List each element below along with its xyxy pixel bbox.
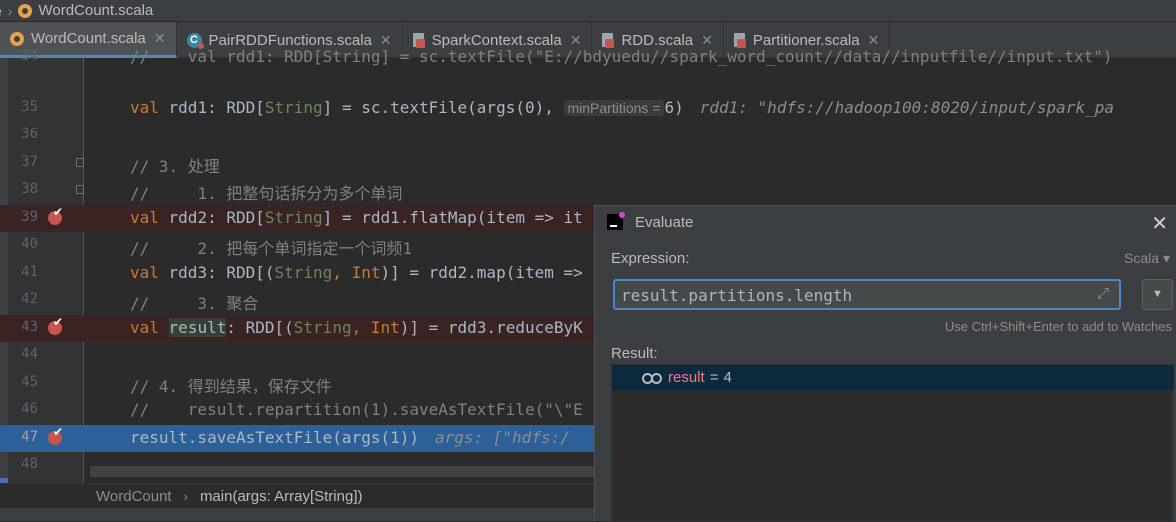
expand-icon[interactable]: ⤢ xyxy=(1097,285,1109,302)
parameter-hint: minPartitions = xyxy=(563,100,665,116)
nav-crumb-file[interactable]: WordCount.scala xyxy=(38,2,153,19)
code-line[interactable]: 34 // val rdd1: RDD[String] = sc.textFil… xyxy=(0,44,1176,71)
code-text: // 3. 聚合 xyxy=(130,294,259,313)
watches-hint: Use Ctrl+Shift+Enter to add to Watches xyxy=(944,319,1172,334)
watch-glasses-icon xyxy=(642,372,662,384)
nav-separator: › xyxy=(7,2,13,19)
code-text: result.saveAsTextFile(args(1)) args: ["hd… xyxy=(130,428,570,447)
line-number: 45 xyxy=(21,374,38,390)
line-number: 44 xyxy=(21,346,38,362)
breadcrumb-method[interactable]: main(args: Array[String]) xyxy=(200,488,363,505)
code-text: val rdd2: RDD[String] = rdd1.flatMap(ite… xyxy=(130,208,583,227)
expression-label: Expression: xyxy=(611,250,690,267)
breakpoint-icon[interactable] xyxy=(48,315,63,335)
breakpoint-icon[interactable] xyxy=(48,425,63,445)
code-text: // 1. 把整句话拆分为多个单词 xyxy=(130,184,403,203)
code-text: // val rdd1: RDD[String] = sc.textFile("… xyxy=(130,47,1113,66)
line-number: 46 xyxy=(21,401,38,417)
result-row[interactable]: result = 4 xyxy=(612,365,1174,390)
result-tree[interactable]: result = 4 xyxy=(611,364,1174,522)
horizontal-scrollbar[interactable] xyxy=(90,466,595,477)
intellij-logo-icon xyxy=(607,212,625,230)
line-number: 35 xyxy=(21,99,38,115)
line-number: 38 xyxy=(21,181,38,197)
result-equals: = xyxy=(709,369,719,386)
dialog-title: Evaluate xyxy=(635,213,694,231)
debug-inline-value: args: ["hdfs:/ xyxy=(434,428,570,447)
language-selector[interactable]: Scala ▾ xyxy=(1124,250,1170,267)
fold-marker-icon[interactable] xyxy=(76,158,84,167)
line-number: 48 xyxy=(21,456,38,472)
nav-crumb-previous[interactable]: e xyxy=(0,3,2,19)
code-text: val rdd1: RDD[String] = sc.textFile(args… xyxy=(130,98,1114,117)
code-line[interactable]: 38 // 1. 把整句话拆分为多个单词 xyxy=(0,177,1176,204)
history-dropdown-button[interactable]: ▼ xyxy=(1142,279,1173,310)
breakpoint-icon[interactable] xyxy=(48,205,63,225)
code-text: // result.repartition(1).saveAsTextFile(… xyxy=(130,400,583,419)
expression-input[interactable] xyxy=(621,284,1091,306)
line-number: 40 xyxy=(21,236,38,252)
caret-down-icon: ▾ xyxy=(1162,250,1170,266)
scala-object-icon xyxy=(18,3,33,18)
dialog-title-bar[interactable]: Evaluate xyxy=(607,206,693,238)
line-number: 43 xyxy=(21,319,38,335)
code-line[interactable]: 35 val rdd1: RDD[String] = sc.textFile(a… xyxy=(0,95,1176,122)
line-number: 37 xyxy=(21,154,38,170)
fold-marker-icon[interactable] xyxy=(76,185,84,194)
code-text: // 2. 把每个单词指定一个词频1 xyxy=(130,239,412,258)
code-text: // 4. 得到结果，保存文件 xyxy=(130,377,332,396)
code-line[interactable]: 36 xyxy=(0,122,1176,149)
line-number: 39 xyxy=(21,209,38,225)
line-number: 34 xyxy=(21,48,38,64)
result-value: 4 xyxy=(723,369,732,386)
line-number: 47 xyxy=(21,429,38,445)
chevron-right-icon: › xyxy=(183,489,188,504)
line-number: 42 xyxy=(21,291,38,307)
line-number: 41 xyxy=(21,264,38,280)
code-text: // 3. 处理 xyxy=(130,157,220,176)
line-number: 36 xyxy=(21,126,38,142)
result-label: Result: xyxy=(611,345,658,362)
close-icon[interactable]: ✕ xyxy=(1151,211,1168,236)
breadcrumb-object[interactable]: WordCount xyxy=(96,488,172,505)
debug-inline-value: rdd1: "hdfs://hadoop100:8020/input/spark… xyxy=(699,98,1114,117)
result-name: result xyxy=(668,369,705,386)
evaluate-dialog: Evaluate ✕ Expression: Scala ▾ ⤢ ▼ Use C… xyxy=(594,205,1176,522)
code-text: val result: RDD[(String, Int)] = rdd3.re… xyxy=(130,318,583,337)
code-text: val rdd3: RDD[(String, Int)] = rdd2.map(… xyxy=(130,263,583,282)
code-line[interactable]: 37 // 3. 处理 xyxy=(0,150,1176,177)
navigation-bar: e › WordCount.scala xyxy=(0,0,1176,22)
highlighted-identifier: result xyxy=(168,318,227,337)
expression-field-wrapper[interactable]: ⤢ xyxy=(613,279,1121,310)
